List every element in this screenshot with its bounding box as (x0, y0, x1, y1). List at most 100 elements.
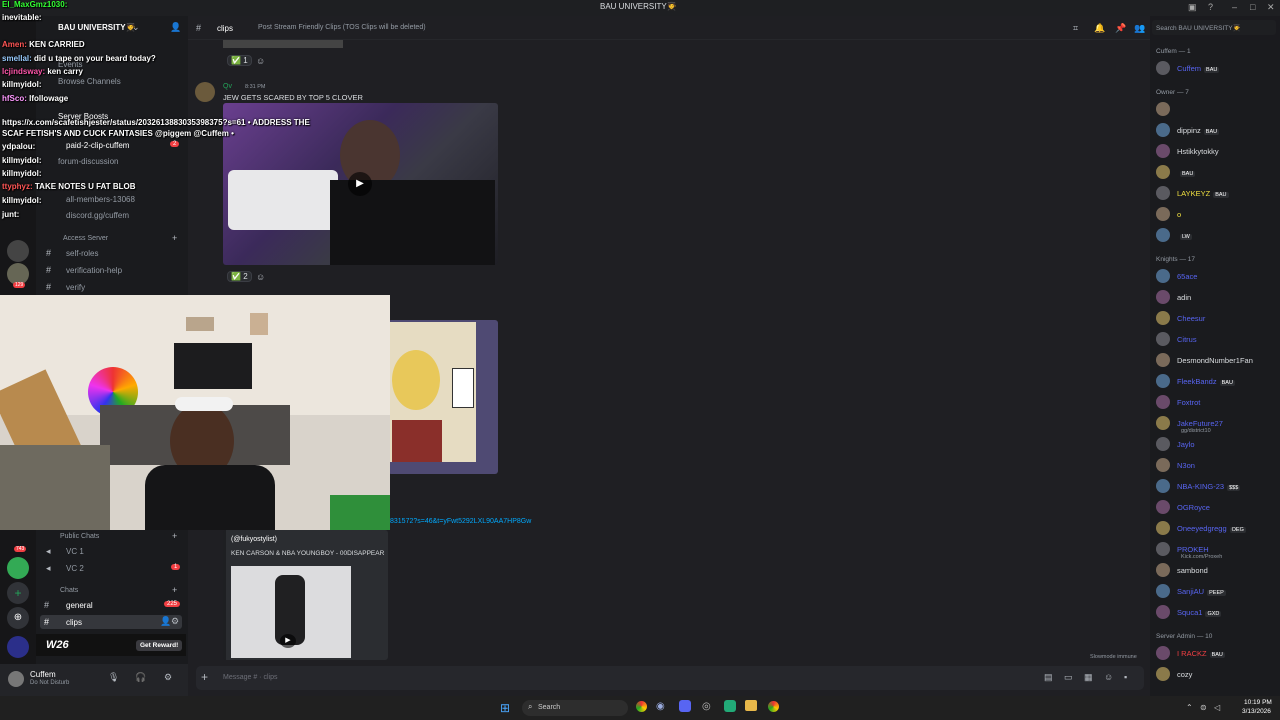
channel-verification-help[interactable]: verification-help (66, 266, 122, 275)
pin-icon[interactable]: 📌 (1115, 23, 1126, 34)
minimize-icon[interactable]: – (1232, 2, 1237, 12)
bell-icon[interactable]: 🔔 (1094, 23, 1105, 34)
add-channel-icon[interactable]: + (172, 585, 177, 595)
member-row[interactable]: LW (1155, 227, 1277, 244)
tray-icon[interactable]: ⌃ (1186, 703, 1193, 712)
chat-username: ttyphyz: (2, 182, 35, 191)
emoji-icon[interactable]: ☺ (1104, 672, 1113, 682)
network-icon[interactable]: ⊜ (1200, 703, 1207, 712)
voice-vc1[interactable]: VC 1 (66, 547, 84, 556)
threads-icon[interactable]: ⌗ (1073, 23, 1078, 34)
avatar (1156, 542, 1170, 556)
member-row[interactable]: adin (1155, 289, 1277, 306)
embed-author[interactable]: (@fukyostylist) (231, 536, 277, 543)
reaction-check[interactable]: ✅ 2 (227, 271, 252, 282)
microphone-icon[interactable]: 🎙 (108, 672, 119, 683)
play-icon[interactable]: ▶ (280, 634, 296, 648)
member-row[interactable] (1155, 101, 1277, 118)
member-row[interactable]: DesmondNumber1Fan (1155, 352, 1277, 369)
sticker-icon[interactable]: ▦ (1084, 672, 1093, 683)
maximize-icon[interactable]: □ (1250, 2, 1255, 12)
add-channel-icon[interactable]: + (172, 531, 177, 541)
category-access-server[interactable]: Access Server (63, 235, 108, 242)
start-icon[interactable]: ⊞ (500, 701, 510, 715)
channel-clips[interactable]: clips (66, 618, 82, 627)
gif-icon[interactable]: ▭ (1064, 672, 1073, 683)
gear-icon[interactable]: ⚙ (171, 616, 179, 627)
member-row[interactable]: NBA-KING-23 $$$ (1155, 478, 1277, 495)
channel-self-roles[interactable]: self-roles (66, 249, 98, 258)
member-row[interactable]: FleekBandz BAU (1155, 373, 1277, 390)
volume-icon[interactable]: ◁ (1214, 703, 1220, 712)
member-row[interactable]: cozy (1155, 666, 1277, 683)
member-row[interactable]: dippinz BAU (1155, 122, 1277, 139)
avatar[interactable] (8, 671, 24, 687)
member-row[interactable]: BAU (1155, 164, 1277, 181)
app-icon[interactable]: ◎ (702, 701, 711, 712)
category-public-chats[interactable]: Public Chats (60, 533, 99, 540)
invite-icon[interactable]: 👤 (160, 616, 171, 627)
member-row[interactable]: SanjiAU PEEP (1155, 583, 1277, 600)
member-name: N3on (1177, 461, 1195, 470)
close-icon[interactable]: ✕ (1267, 2, 1275, 13)
file-explorer-icon[interactable] (745, 700, 757, 711)
member-row[interactable]: I RACKZ BAU (1155, 645, 1277, 662)
chrome-icon[interactable] (636, 701, 647, 712)
chat-username: lcjindsway: (2, 67, 48, 76)
gift-icon[interactable]: ▤ (1044, 672, 1053, 683)
message-composer[interactable] (196, 666, 1144, 690)
member-row[interactable]: 65ace (1155, 268, 1277, 285)
member-row[interactable]: Hstikkytokky (1155, 143, 1277, 160)
member-name: PROKEH (1177, 545, 1209, 554)
help-icon[interactable]: ? (1208, 2, 1213, 12)
member-row[interactable]: LAYKEYZ BAU (1155, 185, 1277, 202)
member-row[interactable]: Cuffem BAU (1155, 60, 1277, 77)
get-reward-button[interactable]: Get Reward! (136, 640, 183, 651)
channel-verify[interactable]: verify (66, 283, 85, 292)
member-row[interactable]: JakeFuture27 gg/district10 (1155, 415, 1277, 434)
user-name[interactable]: Cuffem (30, 670, 56, 679)
member-row[interactable]: OGRoyce (1155, 499, 1277, 516)
app-icon[interactable] (724, 700, 736, 712)
members-icon[interactable]: 👥 (1134, 23, 1145, 34)
prev-attachment[interactable] (223, 40, 343, 48)
add-server-icon[interactable]: + (7, 582, 29, 604)
add-channel-icon[interactable]: + (172, 233, 177, 243)
member-row[interactable]: Squca1 GXD (1155, 604, 1277, 621)
channel-general[interactable]: general (66, 601, 93, 610)
play-icon[interactable]: ▶ (348, 172, 372, 196)
inbox-icon[interactable]: ▣ (1188, 2, 1197, 13)
chat-line: Amen: KEN CARRIED (2, 40, 85, 49)
gear-icon[interactable]: ⚙ (164, 672, 172, 683)
member-row[interactable]: PROKEH Kick.com/Proxeh (1155, 541, 1277, 560)
embed-title[interactable]: KEN CARSON & NBA YOUNGBOY - 00DISAPPEAR (231, 550, 384, 557)
category-chats[interactable]: Chats (60, 587, 78, 594)
steam-icon[interactable]: ◉ (656, 701, 665, 712)
server-icon[interactable] (7, 240, 29, 262)
message-link[interactable]: 831572?s=46&t=yFwt5292LXL90AA7HP8Gw (390, 518, 531, 525)
member-row[interactable]: sambond (1155, 562, 1277, 579)
member-name: JakeFuture27 (1177, 419, 1223, 428)
vc2-badge: 1 (171, 564, 181, 570)
add-reaction-icon[interactable]: ☺ (256, 56, 265, 66)
clock-date[interactable]: 3/13/2026 (1242, 708, 1271, 715)
discord-icon[interactable] (679, 700, 691, 712)
member-row[interactable]: N3on (1155, 457, 1277, 474)
member-row[interactable]: Cheesur (1155, 310, 1277, 327)
server-icon[interactable] (7, 557, 29, 579)
voice-vc2[interactable]: VC 2 (66, 564, 84, 573)
apps-icon[interactable]: ▪ (1124, 672, 1127, 682)
clock-time[interactable]: 10:19 PM (1244, 699, 1272, 706)
member-row[interactable]: o (1155, 206, 1277, 223)
discover-icon[interactable]: ⊕ (7, 607, 29, 629)
member-row[interactable]: Citrus (1155, 331, 1277, 348)
member-row[interactable]: Jaylo (1155, 436, 1277, 453)
member-row[interactable]: Oneeyedgregg OEG (1155, 520, 1277, 537)
add-reaction-icon[interactable]: ☺ (256, 272, 265, 282)
nitro-icon[interactable] (7, 636, 29, 658)
member-row[interactable]: Foxtrot (1155, 394, 1277, 411)
headphones-icon[interactable]: 🎧 (135, 672, 146, 683)
chrome-icon[interactable] (768, 701, 779, 712)
plus-icon[interactable]: + (201, 670, 208, 684)
role-badge: BAU (1209, 652, 1225, 658)
